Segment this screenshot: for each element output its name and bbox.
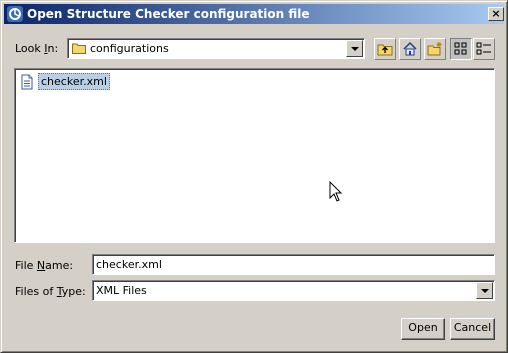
home-button[interactable]	[399, 38, 421, 60]
file-type-value: XML Files	[96, 284, 147, 297]
mouse-cursor-icon	[329, 181, 343, 202]
close-button[interactable]: ×	[488, 7, 504, 21]
chevron-down-icon[interactable]	[476, 282, 493, 299]
cancel-button[interactable]: Cancel	[450, 318, 495, 340]
home-icon	[403, 41, 417, 56]
open-button[interactable]: Open	[401, 318, 445, 340]
file-icon	[21, 74, 33, 90]
new-folder-button[interactable]	[424, 38, 446, 60]
up-one-level-button[interactable]	[374, 38, 396, 60]
open-file-dialog: Open Structure Checker configuration fil…	[0, 0, 508, 353]
file-name-label: File Name:	[15, 259, 74, 272]
file-list[interactable]: checker.xml	[14, 68, 495, 243]
look-in-label: Look In:	[15, 42, 59, 55]
folder-up-icon	[377, 44, 393, 56]
file-name-value: checker.xml	[96, 258, 162, 271]
look-in-combo[interactable]: configurations	[67, 38, 365, 59]
new-folder-icon	[427, 42, 442, 56]
list-view-icon	[454, 42, 467, 55]
folder-icon	[72, 42, 86, 57]
chevron-down-icon[interactable]	[346, 40, 363, 57]
look-in-value: configurations	[90, 42, 169, 55]
details-view-button[interactable]	[473, 38, 495, 60]
app-icon	[7, 6, 23, 22]
file-name-field[interactable]: checker.xml	[92, 254, 495, 275]
file-type-combo[interactable]: XML Files	[92, 280, 495, 301]
list-view-button[interactable]	[450, 38, 472, 60]
file-type-label: Files of Type:	[15, 285, 86, 298]
close-icon: ×	[491, 7, 501, 20]
file-name: checker.xml	[38, 73, 110, 90]
window-title: Open Structure Checker configuration fil…	[27, 7, 310, 21]
details-view-icon	[476, 42, 491, 55]
title-bar[interactable]: Open Structure Checker configuration fil…	[4, 4, 504, 24]
